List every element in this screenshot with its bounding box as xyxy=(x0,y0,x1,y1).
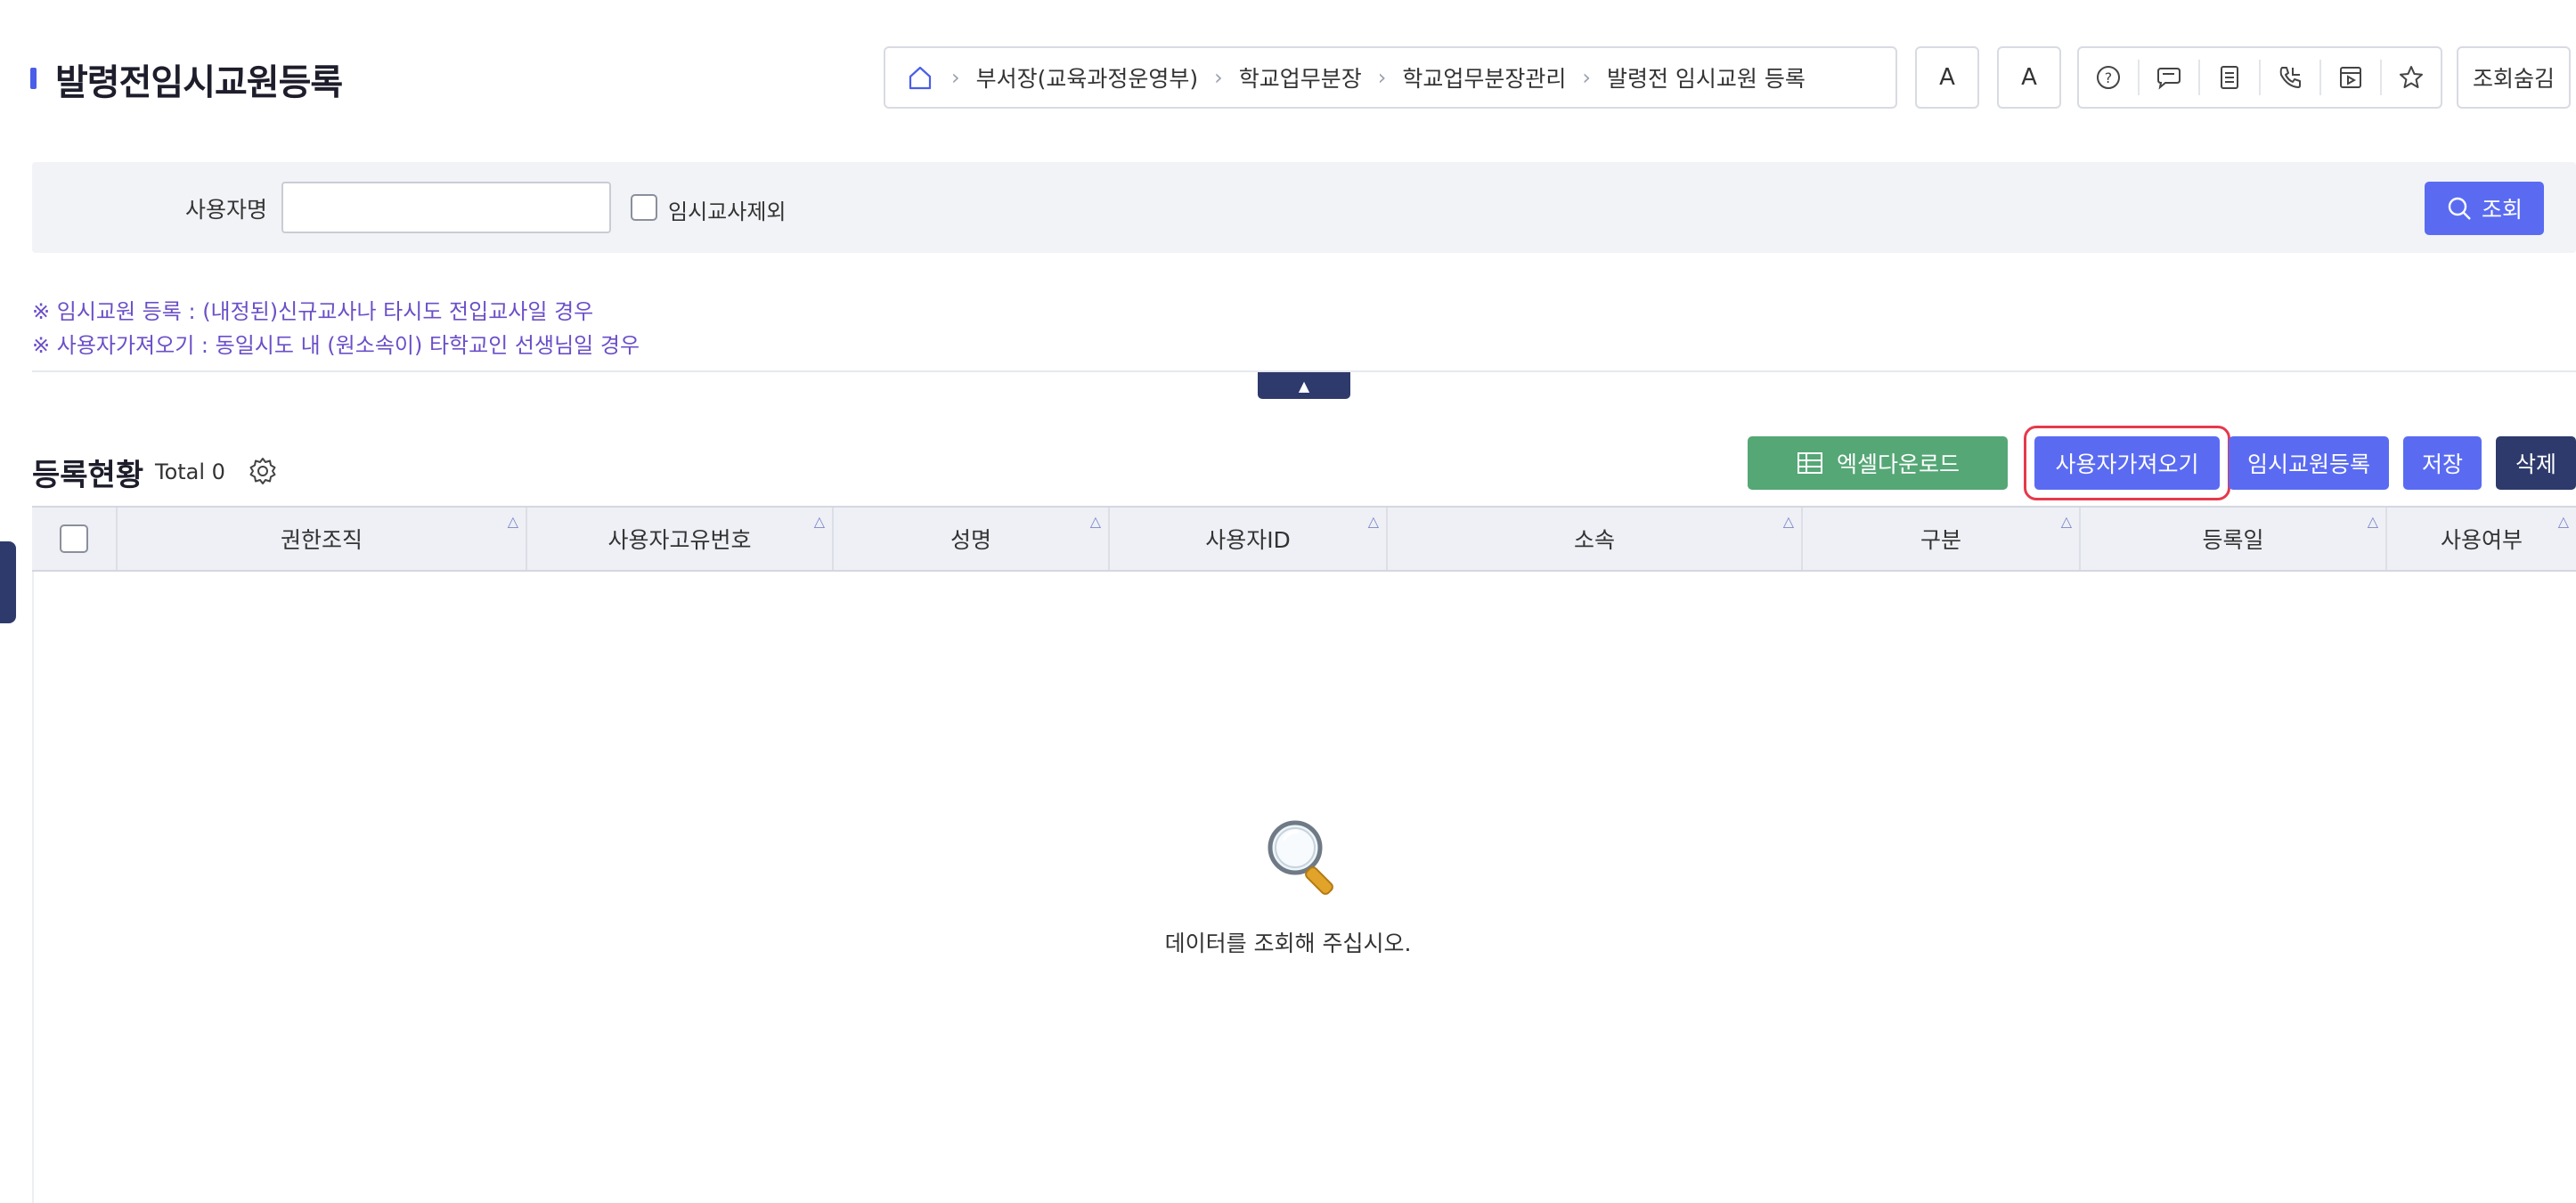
breadcrumb-item-current: 발령전 임시교원 등록 xyxy=(1606,66,1806,92)
column-header-label: 성명 xyxy=(950,527,991,553)
column-header-label: 사용자고유번호 xyxy=(607,527,752,553)
select-all-cell xyxy=(32,508,118,570)
page-title: 발령전임시교원등록 xyxy=(55,62,343,103)
excel-download-button[interactable]: 엑셀다운로드 xyxy=(1748,436,2008,490)
section-title: 등록현황 xyxy=(32,458,144,493)
exclude-temp-teacher-label[interactable]: 임시교사제외 xyxy=(668,194,786,225)
caret-up-icon: ▲ xyxy=(1298,377,1310,394)
grid-header: 권한조직 △ 사용자고유번호 △ 성명 △ 사용자ID △ 소속 △ 구분 △ 등록일 △ 사… xyxy=(32,506,2576,572)
column-header-label: 사용여부 xyxy=(2440,527,2523,553)
sort-icon[interactable]: △ xyxy=(1090,513,1101,530)
magnifier-icon xyxy=(1258,812,1347,901)
select-all-checkbox[interactable] xyxy=(60,524,88,553)
document-icon[interactable] xyxy=(2200,60,2261,95)
help-icon[interactable]: ? xyxy=(2079,60,2140,95)
chevron-right-icon: › xyxy=(1214,65,1223,90)
column-header[interactable]: 사용자고유번호 △ xyxy=(527,508,834,570)
import-user-button[interactable]: 사용자가져오기 xyxy=(2034,436,2220,490)
column-header-label: 권한조직 xyxy=(280,527,363,553)
breadcrumb-item[interactable]: 부서장(교육과정운영부) xyxy=(976,61,1199,93)
excel-download-label: 엑셀다운로드 xyxy=(1836,451,1960,477)
exclude-temp-teacher-checkbox[interactable] xyxy=(631,194,657,221)
grid-icon xyxy=(1797,452,1822,474)
info-note-import-user: ※ 사용자가져오기 : 동일시도 내 (원소속이) 타학교인 선생님일 경우 xyxy=(32,333,640,358)
column-header[interactable]: 사용자ID △ xyxy=(1110,508,1388,570)
sort-icon[interactable]: △ xyxy=(814,513,825,530)
column-header[interactable]: 소속 △ xyxy=(1388,508,1803,570)
breadcrumb-item[interactable]: 학교업무분장관리 xyxy=(1402,61,1566,93)
column-header-label: 사용자ID xyxy=(1205,527,1291,553)
column-header-label: 소속 xyxy=(1573,527,1615,553)
total-count: Total 0 xyxy=(155,459,225,484)
gear-icon[interactable] xyxy=(248,456,278,486)
star-icon[interactable] xyxy=(2382,60,2441,95)
collapse-toggle[interactable]: ▲ xyxy=(1258,372,1350,399)
chevron-right-icon: › xyxy=(1377,65,1387,90)
breadcrumb-item[interactable]: 학교업무분장 xyxy=(1239,61,1362,93)
page-header: 발령전임시교원등록 › 부서장(교육과정운영부) › 학교업무분장 › 학교업무… xyxy=(0,0,2576,151)
column-header[interactable]: 사용여부 △ xyxy=(2387,508,2576,570)
chevron-right-icon: › xyxy=(1582,65,1591,90)
side-panel-toggle[interactable] xyxy=(0,541,16,623)
search-icon xyxy=(2448,197,2471,220)
column-header[interactable]: 등록일 △ xyxy=(2081,508,2387,570)
chevron-right-icon: › xyxy=(951,65,960,90)
sort-icon[interactable]: △ xyxy=(1783,513,1794,530)
save-button[interactable]: 저장 xyxy=(2403,436,2482,490)
search-button-label: 조회 xyxy=(2481,197,2523,223)
media-icon[interactable] xyxy=(2321,60,2382,95)
empty-message: 데이터를 조회해 주십시오. xyxy=(1164,931,1412,956)
column-header-label: 구분 xyxy=(1920,527,1961,553)
user-name-input[interactable] xyxy=(281,182,611,233)
column-header[interactable]: 권한조직 △ xyxy=(118,508,527,570)
sort-icon[interactable]: △ xyxy=(2368,513,2378,530)
search-button[interactable]: 조회 xyxy=(2425,182,2544,235)
info-note-temp-register: ※ 임시교원 등록 : (내정된)신규교사나 타시도 전입교사일 경우 xyxy=(32,299,594,324)
column-header-label: 등록일 xyxy=(2202,527,2264,553)
svg-text:?: ? xyxy=(2105,69,2113,86)
font-size-down-button[interactable]: A xyxy=(1997,46,2061,109)
sort-icon[interactable]: △ xyxy=(2558,513,2569,530)
phone-icon[interactable] xyxy=(2261,60,2321,95)
home-icon[interactable] xyxy=(905,62,935,93)
font-size-up-button[interactable]: A xyxy=(1915,46,1979,109)
sort-icon[interactable]: △ xyxy=(1368,513,1379,530)
delete-button[interactable]: 삭제 xyxy=(2496,436,2576,490)
user-name-label: 사용자명 xyxy=(185,197,268,223)
sort-icon[interactable]: △ xyxy=(508,513,518,530)
chat-icon[interactable] xyxy=(2140,60,2200,95)
column-header[interactable]: 성명 △ xyxy=(834,508,1110,570)
hide-search-button[interactable]: 조회숨김 xyxy=(2457,46,2571,109)
breadcrumb: › 부서장(교육과정운영부) › 학교업무분장 › 학교업무분장관리 › 발령전… xyxy=(884,46,1897,109)
column-header[interactable]: 구분 △ xyxy=(1803,508,2081,570)
sort-icon[interactable]: △ xyxy=(2061,513,2072,530)
register-temp-teacher-button[interactable]: 임시교원등록 xyxy=(2229,436,2389,490)
search-panel: 사용자명 임시교사제외 조회 xyxy=(32,162,2576,253)
title-marker xyxy=(30,68,37,89)
toolbar-icons: ? xyxy=(2077,46,2442,109)
